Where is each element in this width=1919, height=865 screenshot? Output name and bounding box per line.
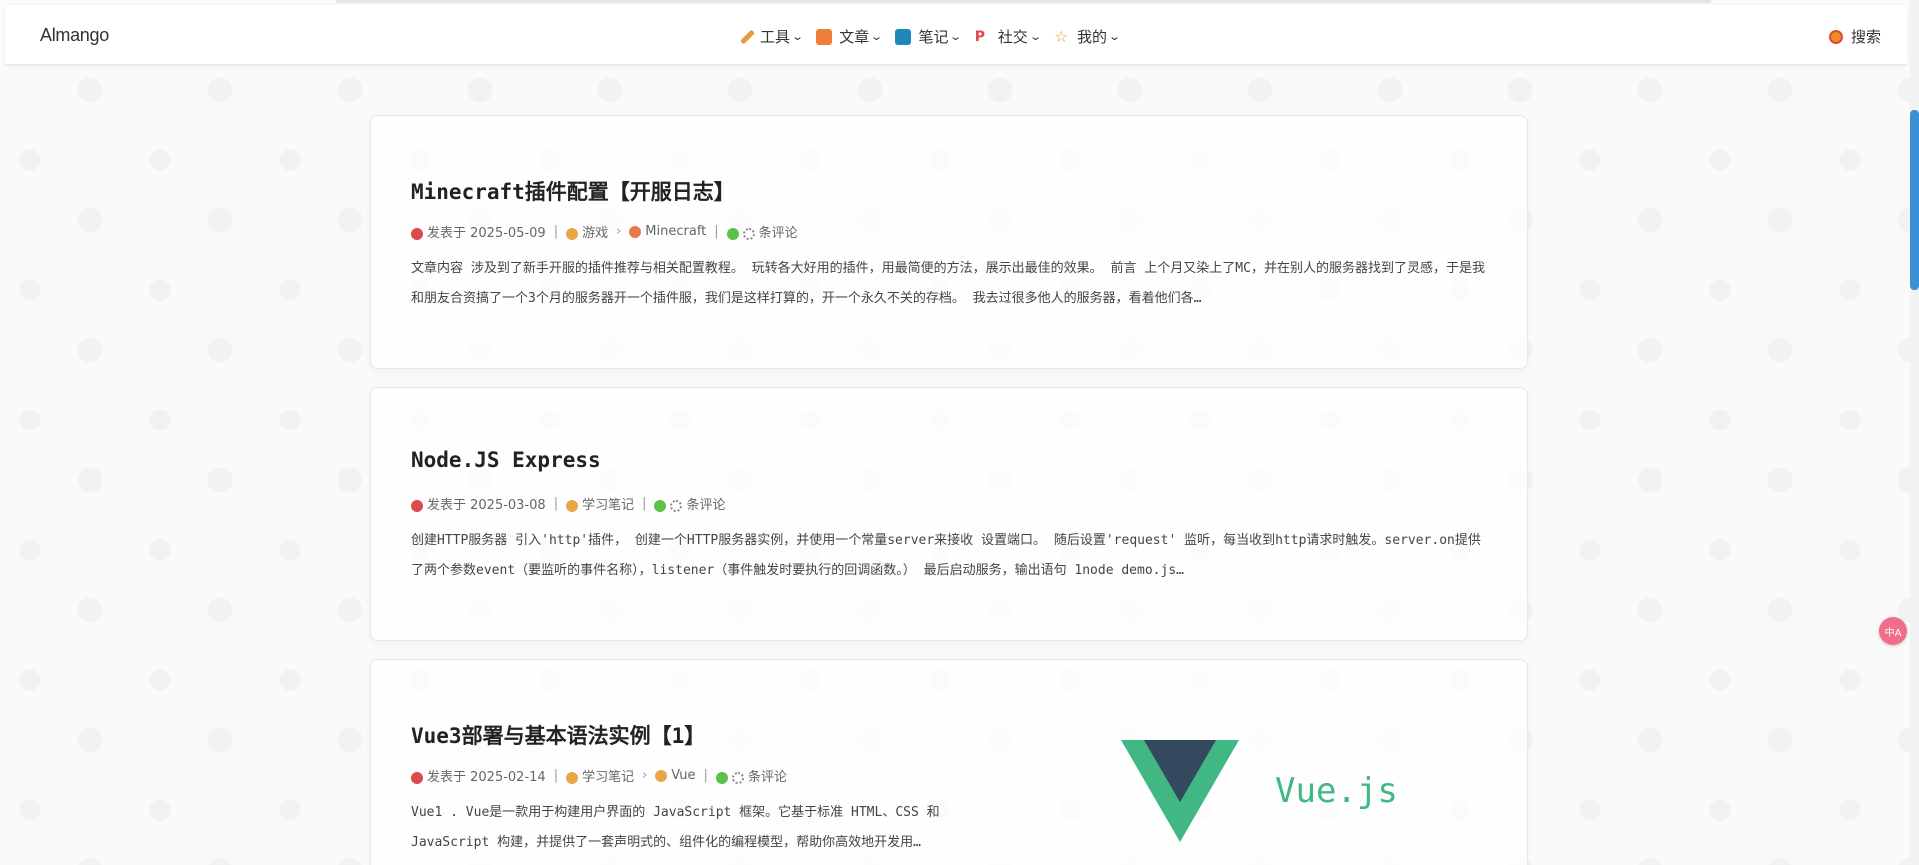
comment-icon: [715, 771, 728, 784]
vue-logo-text: Vue.js: [1275, 771, 1398, 811]
search-icon: [1828, 29, 1843, 44]
loading-icon: [670, 499, 683, 512]
comment-icon: [654, 499, 667, 512]
icecream-icon: [566, 499, 579, 512]
document-icon: [816, 28, 833, 45]
nav-item-notes[interactable]: 笔记 ⌄: [895, 26, 963, 47]
search-button[interactable]: 搜索: [1828, 26, 1881, 47]
nav-label: 文章: [839, 28, 870, 46]
nav-item-articles[interactable]: 文章 ⌄: [816, 26, 884, 47]
loading-icon: [731, 771, 744, 784]
nav-label: 笔记: [918, 28, 949, 46]
post-excerpt: 创建HTTP服务器 引入'http'插件， 创建一个HTTP服务器实例，并使用一…: [411, 533, 1481, 578]
post-date: 发表于 2025-03-08: [411, 494, 546, 513]
page-scrollbar[interactable]: [1910, 0, 1919, 865]
watermelon-icon: [411, 771, 423, 784]
site-logo[interactable]: Almango: [40, 25, 109, 46]
post-comments[interactable]: 条评论: [715, 766, 787, 785]
chevron-down-icon: ⌄: [949, 30, 963, 43]
post-cover-image[interactable]: Vue.js: [1121, 740, 1398, 842]
icecream-icon: [655, 769, 668, 782]
chevron-right-icon: ›: [642, 768, 648, 783]
chevron-down-icon: ⌄: [1108, 30, 1122, 43]
icecream-icon: [566, 227, 579, 240]
watermelon-icon: [411, 499, 423, 512]
post-card[interactable]: Node.JS Express 发表于 2025-03-08 | 学习笔记 | …: [370, 387, 1528, 641]
post-meta: 发表于 2025-05-09 | 游戏 › Minecraft | 条评论: [411, 222, 798, 241]
nav-label: 工具: [760, 28, 791, 46]
pinterest-icon: P: [974, 28, 985, 45]
chevron-down-icon: ⌄: [1028, 30, 1042, 43]
nav-label: 我的: [1076, 28, 1107, 46]
post-category[interactable]: 游戏: [566, 222, 608, 241]
post-category[interactable]: 学习笔记: [566, 766, 634, 785]
post-date: 发表于 2025-02-14: [411, 766, 546, 785]
post-title[interactable]: Vue3部署与基本语法实例【1】: [411, 720, 705, 750]
chevron-right-icon: ›: [616, 224, 622, 239]
chevron-down-icon: ⌄: [791, 30, 805, 43]
icecream-icon: [629, 225, 642, 238]
nav-label: 社交: [997, 28, 1028, 46]
post-title[interactable]: Minecraft插件配置【开服日志】: [411, 176, 735, 206]
vue-logo-icon: [1121, 740, 1239, 842]
pencil-icon: [740, 29, 755, 44]
post-title[interactable]: Node.JS Express: [411, 448, 601, 472]
post-subcategory[interactable]: Minecraft: [629, 224, 706, 239]
post-card[interactable]: Vue3部署与基本语法实例【1】 发表于 2025-02-14 | 学习笔记 ›…: [370, 659, 1528, 865]
post-meta: 发表于 2025-02-14 | 学习笔记 › Vue | 条评论: [411, 766, 787, 785]
post-card[interactable]: Minecraft插件配置【开服日志】 发表于 2025-05-09 | 游戏 …: [370, 115, 1528, 369]
site-header: Almango 工具 ⌄ 文章 ⌄ 笔记 ⌄ P 社交 ⌄ ☆ 我的 ⌄ 搜索: [5, 5, 1907, 65]
main-nav: 工具 ⌄ 文章 ⌄ 笔记 ⌄ P 社交 ⌄ ☆ 我的 ⌄: [740, 26, 1122, 47]
comment-icon: [726, 227, 739, 240]
watermelon-icon: [411, 227, 423, 240]
notebook-icon: [895, 28, 912, 45]
post-category[interactable]: 学习笔记: [566, 494, 634, 513]
post-comments[interactable]: 条评论: [654, 494, 726, 513]
nav-item-mine[interactable]: ☆ 我的 ⌄: [1053, 26, 1122, 47]
post-subcategory[interactable]: Vue: [655, 768, 696, 783]
translate-button[interactable]: 中A: [1879, 617, 1907, 645]
post-comments[interactable]: 条评论: [726, 222, 798, 241]
chevron-down-icon: ⌄: [870, 30, 884, 43]
top-progress-line: [336, 0, 1711, 3]
post-excerpt: 文章内容 涉及到了新手开服的插件推荐与相关配置教程。 玩转各大好用的插件，用最简…: [411, 261, 1485, 306]
post-excerpt: Vue1 . Vue是一款用于构建用户界面的 JavaScript 框架。它基于…: [411, 805, 940, 850]
star-icon: ☆: [1053, 26, 1069, 46]
scrollbar-thumb[interactable]: [1910, 110, 1919, 290]
post-meta: 发表于 2025-03-08 | 学习笔记 | 条评论: [411, 494, 726, 513]
icecream-icon: [566, 771, 579, 784]
post-date: 发表于 2025-05-09: [411, 222, 546, 241]
nav-item-tools[interactable]: 工具 ⌄: [740, 26, 805, 47]
nav-item-social[interactable]: P 社交 ⌄: [974, 26, 1042, 47]
loading-icon: [742, 227, 755, 240]
search-label: 搜索: [1850, 28, 1881, 46]
